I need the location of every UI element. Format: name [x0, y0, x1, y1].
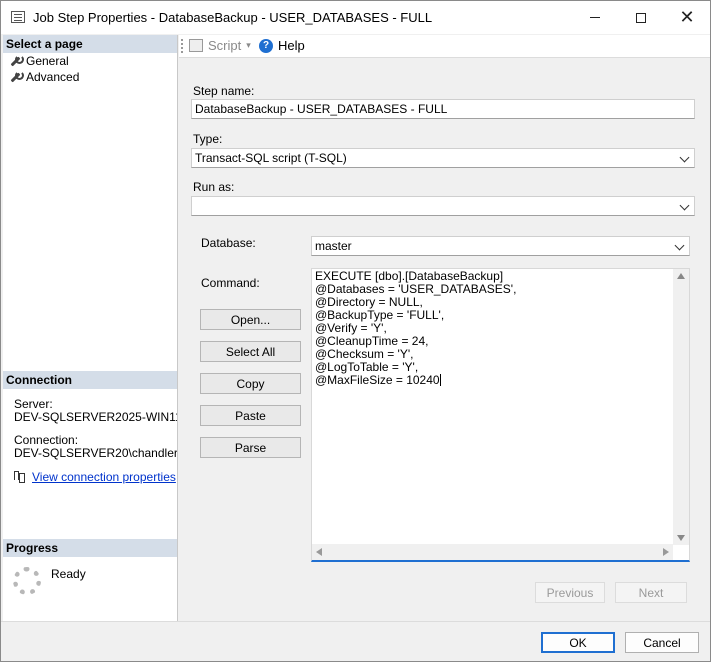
- open-button[interactable]: Open...: [200, 309, 301, 330]
- chevron-down-icon: [680, 201, 690, 211]
- scroll-up-icon[interactable]: [677, 273, 685, 279]
- command-editor[interactable]: EXECUTE [dbo].[DatabaseBackup] @Database…: [311, 268, 690, 562]
- help-button[interactable]: ? Help: [259, 38, 305, 53]
- text-cursor: [439, 374, 441, 386]
- connection-header: Connection: [3, 371, 177, 389]
- connection-value: DEV-SQLSERVER20\chandlergra: [14, 446, 177, 460]
- maximize-icon: [636, 12, 646, 23]
- progress-spinner-icon: [13, 567, 41, 595]
- toolbar: Script ▾ ? Help: [179, 35, 710, 57]
- help-icon: ?: [259, 38, 273, 53]
- wrench-icon: [9, 71, 24, 83]
- database-select-value: master: [315, 239, 352, 253]
- title-bar: Job Step Properties - DatabaseBackup - U…: [1, 1, 710, 34]
- scroll-down-icon[interactable]: [677, 535, 685, 541]
- command-line: @CleanupTime = 24,: [315, 334, 429, 348]
- type-select-value: Transact-SQL script (T-SQL): [195, 151, 347, 165]
- command-line: @BackupType = 'FULL',: [315, 308, 445, 322]
- minimize-icon: [590, 17, 600, 18]
- command-line: @Verify = 'Y',: [315, 321, 387, 335]
- server-value: DEV-SQLSERVER2025-WIN11-01: [14, 410, 177, 424]
- next-button[interactable]: Next: [615, 582, 687, 603]
- scroll-right-icon[interactable]: [663, 548, 669, 556]
- database-label: Database:: [201, 236, 256, 250]
- run-as-select[interactable]: [191, 196, 695, 216]
- paste-button[interactable]: Paste: [200, 405, 301, 426]
- type-label: Type:: [193, 132, 223, 146]
- command-line: @Directory = NULL,: [315, 295, 423, 309]
- command-line: @MaxFileSize = 10240: [315, 373, 440, 387]
- step-name-label: Step name:: [193, 84, 255, 98]
- ok-button[interactable]: OK: [541, 632, 615, 653]
- server-label: Server:: [14, 397, 53, 411]
- chevron-down-icon: [680, 153, 690, 163]
- script-label: Script: [208, 38, 242, 53]
- run-as-label: Run as:: [193, 180, 235, 194]
- chevron-down-icon: [675, 241, 685, 251]
- previous-button[interactable]: Previous: [535, 582, 605, 603]
- command-label: Command:: [201, 276, 260, 290]
- window-title: Job Step Properties - DatabaseBackup - U…: [33, 10, 433, 25]
- minimize-button[interactable]: [572, 1, 618, 34]
- page-item-label: General: [26, 54, 69, 68]
- progress-status: Ready: [51, 567, 86, 581]
- vertical-scrollbar[interactable]: [673, 269, 689, 545]
- help-label: Help: [278, 38, 305, 53]
- connection-label: Connection:: [14, 433, 79, 447]
- type-select[interactable]: Transact-SQL script (T-SQL): [191, 148, 695, 168]
- close-icon: ✕: [679, 7, 695, 27]
- command-text[interactable]: EXECUTE [dbo].[DatabaseBackup] @Database…: [315, 270, 516, 387]
- connection-plug-icon: [12, 470, 26, 484]
- select-all-button[interactable]: Select All: [200, 341, 301, 362]
- cancel-button[interactable]: Cancel: [625, 632, 699, 653]
- script-icon: [189, 39, 203, 52]
- window-icon: [11, 11, 25, 23]
- dialog-footer: OK Cancel: [1, 621, 710, 661]
- scroll-left-icon[interactable]: [316, 548, 322, 556]
- command-line: EXECUTE [dbo].[DatabaseBackup]: [315, 269, 504, 283]
- maximize-button[interactable]: [618, 1, 664, 34]
- database-select[interactable]: master: [311, 236, 690, 256]
- job-step-properties-window: Job Step Properties - DatabaseBackup - U…: [0, 0, 711, 662]
- command-line: @LogToTable = 'Y',: [315, 360, 419, 374]
- page-item-general[interactable]: General: [9, 53, 69, 69]
- wrench-icon: [9, 55, 24, 67]
- general-page: Step name: DatabaseBackup - USER_DATABAS…: [179, 57, 710, 621]
- close-button[interactable]: ✕: [664, 1, 710, 34]
- page-item-label: Advanced: [26, 70, 80, 84]
- command-line: @Databases = 'USER_DATABASES',: [315, 282, 517, 296]
- horizontal-scrollbar[interactable]: [312, 544, 673, 560]
- select-page-header: Select a page: [3, 35, 177, 53]
- command-line: @Checksum = 'Y',: [315, 347, 414, 361]
- script-button[interactable]: Script ▾: [189, 38, 251, 53]
- parse-button[interactable]: Parse: [200, 437, 301, 458]
- chevron-down-icon: ▾: [246, 40, 251, 50]
- progress-header: Progress: [3, 539, 177, 557]
- toolbar-grip: [181, 39, 183, 53]
- page-item-advanced[interactable]: Advanced: [9, 69, 79, 85]
- view-connection-properties-row: View connection properties: [12, 470, 176, 484]
- view-connection-properties-link[interactable]: View connection properties: [32, 470, 176, 484]
- left-pane: Select a page General Advanced Connectio…: [3, 35, 178, 621]
- copy-button[interactable]: Copy: [200, 373, 301, 394]
- step-name-input[interactable]: DatabaseBackup - USER_DATABASES - FULL: [191, 99, 695, 119]
